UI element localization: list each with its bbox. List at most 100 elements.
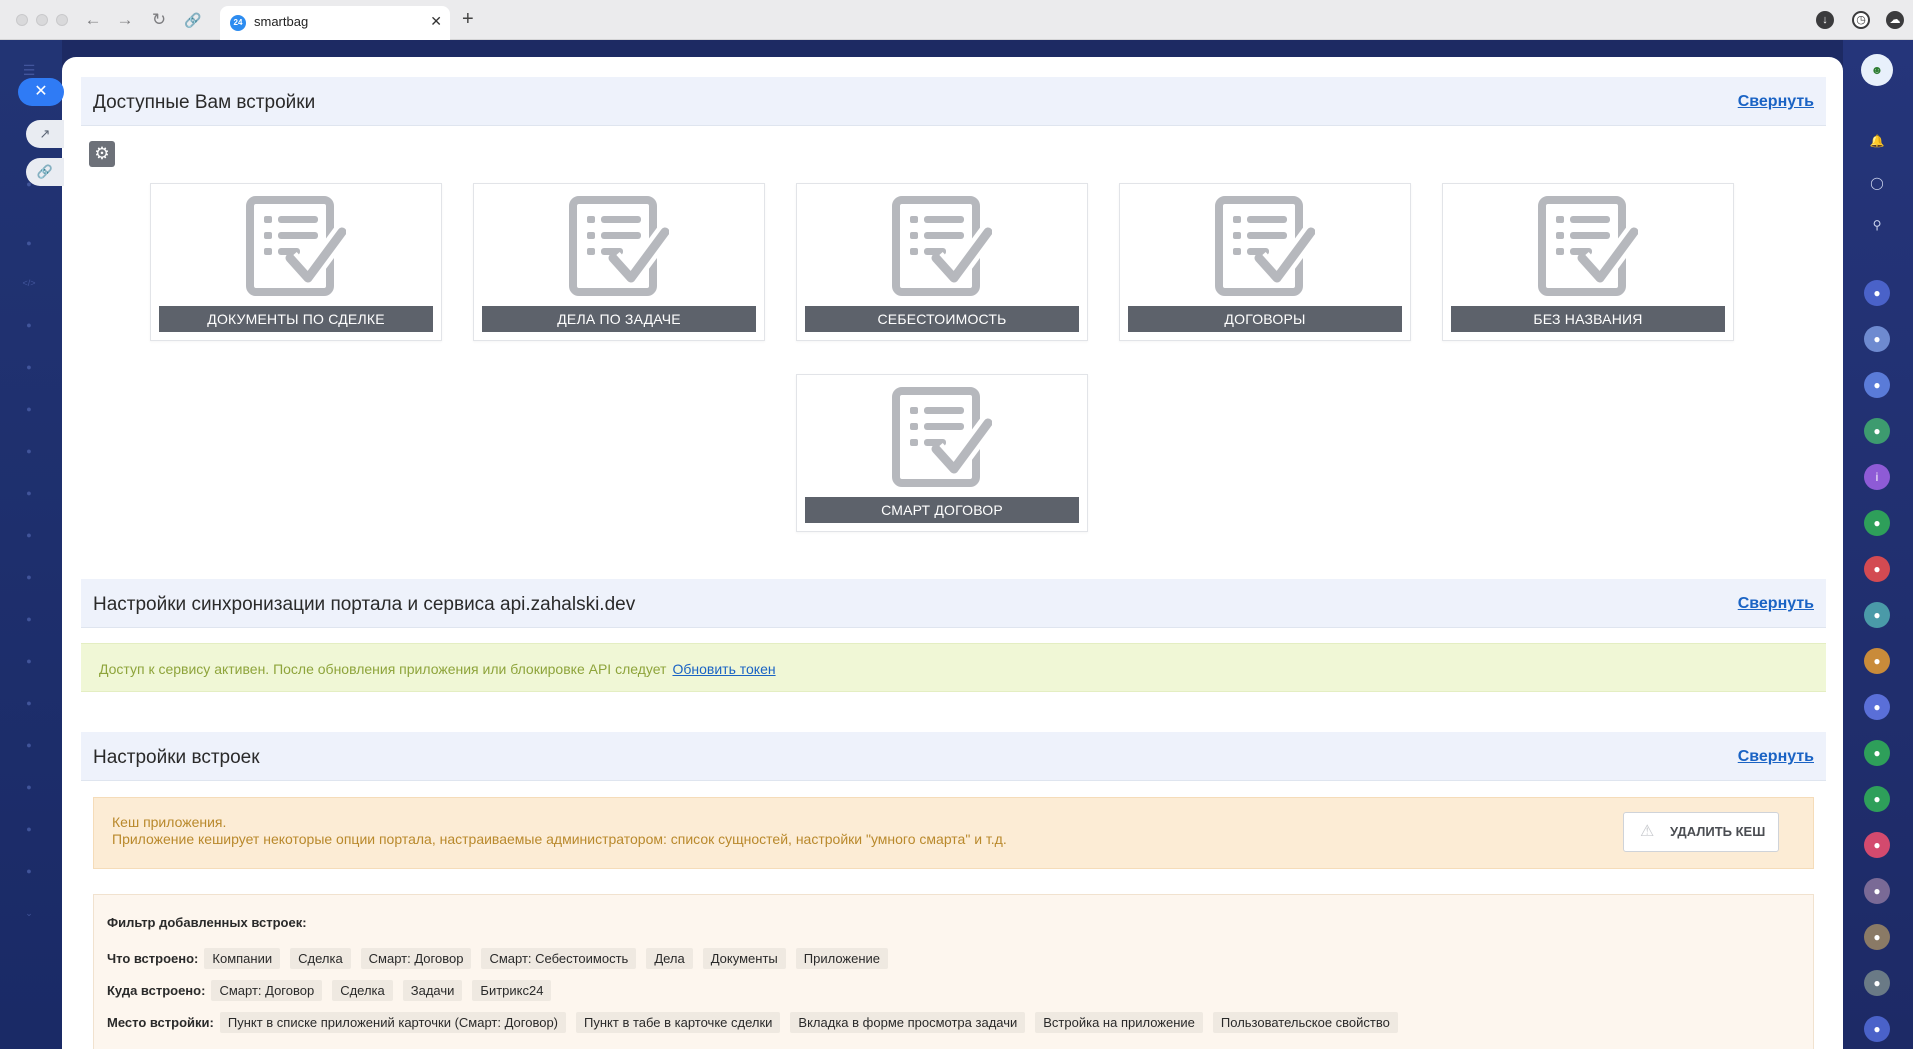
video-call-icon[interactable]: ● [1864,786,1890,812]
embed-card[interactable]: СЕБЕСТОИМОСТЬ [796,183,1088,341]
cache-description: Приложение кеширует некоторые опции порт… [112,831,1007,847]
filter-chip[interactable]: Смарт: Договор [360,947,472,969]
forward-arrow-icon[interactable]: → [114,9,136,31]
rail-item-icon[interactable]: ● [19,651,39,671]
rail-item-icon[interactable]: ● [19,861,39,881]
embed-card[interactable]: ДЕЛА ПО ЗАДАЧЕ [473,183,765,341]
rail-item-icon[interactable]: ● [19,735,39,755]
gear-icon[interactable]: ⚙ [89,141,115,167]
filter-chip[interactable]: Смарт: Себестоимость [481,947,637,969]
contact-avatar[interactable]: ● [1864,970,1890,996]
chevron-down-icon[interactable]: ⌄ [19,903,39,923]
smartbag-panel: Доступные Вам встройки Свернуть ⚙ ДОКУМЕ… [62,57,1843,1049]
contact-avatar[interactable]: ● [1864,878,1890,904]
rail-item-icon[interactable]: ● [19,441,39,461]
code-icon[interactable]: </> [19,273,39,293]
user-avatar[interactable]: ☻ [1861,54,1893,86]
sync-status-text: Доступ к сервису активен. После обновлен… [99,661,776,677]
embed-card[interactable]: ДОГОВОРЫ [1119,183,1411,341]
filter-row-what: Что встроено: Компании Сделка Смарт: Дог… [107,947,898,969]
filter-chip[interactable]: Задачи [402,979,463,1001]
contact-avatar[interactable]: ● [1864,602,1890,628]
collapse-link[interactable]: Свернуть [1738,748,1814,766]
video-call-icon[interactable]: ● [1864,740,1890,766]
window-close-button[interactable] [16,14,28,26]
clear-cache-button[interactable]: ⚠ УДАЛИТЬ КЕШ [1623,812,1779,852]
browser-tab[interactable]: 24 smartbag ✕ [220,6,450,40]
back-arrow-icon[interactable]: ← [82,9,104,31]
close-slider-button[interactable]: ✕ [18,78,64,106]
rail-item-icon[interactable]: ● [19,525,39,545]
embed-card[interactable]: БЕЗ НАЗВАНИЯ [1442,183,1734,341]
bell-icon[interactable]: 🔔 [1864,128,1890,154]
video-call-icon[interactable]: ● [1864,510,1890,536]
favicon-icon: 24 [230,15,246,31]
embed-card[interactable]: СМАРТ ДОГОВОР [796,374,1088,532]
rail-item-icon[interactable]: ● [19,315,39,335]
rail-item-icon[interactable]: ● [19,693,39,713]
rail-item-icon[interactable]: ● [19,777,39,797]
checklist-icon [246,196,346,296]
info-icon[interactable]: i [1864,464,1890,490]
collapse-link[interactable]: Свернуть [1738,595,1814,613]
download-icon[interactable]: ↓ [1816,11,1834,29]
filter-chip[interactable]: Сделка [290,947,351,969]
filter-chip[interactable]: Дела [646,947,693,969]
rail-item-icon[interactable]: ● [19,609,39,629]
cache-notice: Кеш приложения. Приложение кеширует неко… [93,797,1814,869]
contact-avatar[interactable]: ● [1864,280,1890,306]
refresh-token-link[interactable]: Обновить токен [672,661,775,677]
rail-item-icon[interactable]: ● [19,567,39,587]
filter-row-label: Что встроено: [107,950,199,966]
card-label: ДОГОВОРЫ [1128,306,1402,332]
app-left-rail: ☰ ● ● </> ● ● ● ● ● ● ● ● ● ● ● ● ● ● ⌄ [0,40,62,1049]
filter-chip[interactable]: Смарт: Договор [211,979,323,1001]
contact-avatar[interactable]: ● [1864,418,1890,444]
open-new-window-icon[interactable]: ↗ [26,120,64,148]
rail-item-icon[interactable]: ● [19,483,39,503]
contact-avatar[interactable]: ● [1864,694,1890,720]
contact-avatar[interactable]: ● [1864,372,1890,398]
section-title: Доступные Вам встройки [93,92,316,113]
filter-chip[interactable]: Пользовательское свойство [1212,1011,1398,1033]
sync-status-alert: Доступ к сервису активен. После обновлен… [81,643,1826,692]
filter-chip[interactable]: Встройка на приложение [1035,1011,1203,1033]
filter-chip[interactable]: Пункт в табе в карточке сделки [576,1011,781,1033]
contact-avatar[interactable]: ● [1864,648,1890,674]
filter-chip[interactable]: Вкладка в форме просмотра задачи [790,1011,1026,1033]
search-chat-icon[interactable]: ⚲ [1864,212,1890,238]
filter-chip[interactable]: Компании [204,947,281,969]
filter-chip[interactable]: Сделка [332,979,393,1001]
filter-chip[interactable]: Документы [702,947,786,969]
cloud-icon[interactable]: ☁ [1886,11,1904,29]
link-icon[interactable]: 🔗 [182,9,204,31]
tab-close-icon[interactable]: ✕ [430,13,442,30]
new-tab-icon[interactable]: + [462,8,474,30]
collapse-link[interactable]: Свернуть [1738,93,1814,111]
rail-item-icon[interactable]: ● [19,819,39,839]
filter-title: Фильтр добавленных встроек: [107,915,307,930]
copy-link-icon[interactable]: 🔗 [26,158,64,186]
rail-item-icon[interactable]: ● [19,399,39,419]
contact-avatar[interactable]: ● [1864,924,1890,950]
contact-avatar[interactable]: ● [1864,326,1890,352]
rail-item-icon[interactable]: ● [19,233,39,253]
contact-avatar[interactable]: ● [1864,1016,1890,1042]
menu-icon[interactable]: ☰ [19,60,39,80]
filter-chip[interactable]: Пункт в списке приложений карточки (Смар… [219,1011,567,1033]
settings-circle-icon[interactable]: ◯ [1864,170,1890,196]
contact-avatar[interactable]: ● [1864,832,1890,858]
filter-chip[interactable]: Битрикс24 [472,979,552,1001]
filter-chip[interactable]: Приложение [795,947,888,969]
sync-message: Доступ к сервису активен. После обновлен… [99,661,667,677]
window-minimize-button[interactable] [36,14,48,26]
embed-card[interactable]: ДОКУМЕНТЫ ПО СДЕЛКЕ [150,183,442,341]
contact-avatar[interactable]: ● [1864,556,1890,582]
reload-icon[interactable]: ↻ [148,9,170,31]
rail-item-icon[interactable]: ● [19,357,39,377]
window-zoom-button[interactable] [56,14,68,26]
card-label: СМАРТ ДОГОВОР [805,497,1079,523]
app-right-rail: ☻ 🔔 ◯ ⚲ ● ● ● ● i ● ● ● ● ● ● ● ● ● ● ● … [1843,40,1913,1049]
tab-title: smartbag [254,14,309,29]
history-icon[interactable]: ◷ [1852,11,1870,29]
